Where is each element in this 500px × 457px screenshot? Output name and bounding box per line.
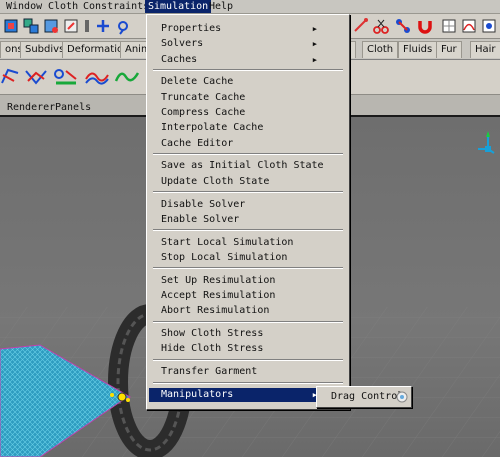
menu-constraints[interactable]: Constraints bbox=[80, 0, 152, 13]
menu-item-set-up-resimulation[interactable]: Set Up Resimulation bbox=[149, 274, 347, 288]
menu-item-label: Enable Solver bbox=[161, 213, 240, 225]
menu-item-label: Save as Initial Cloth State bbox=[161, 160, 324, 172]
menu-item-label: Compress Cache bbox=[161, 107, 246, 118]
shelf-tab-fur[interactable]: Fur bbox=[436, 41, 462, 58]
panel-menu-renderer[interactable]: Renderer bbox=[4, 98, 58, 113]
menu-simulation[interactable]: Simulation bbox=[145, 0, 212, 13]
menu-item-label: Interpolate Cache bbox=[161, 122, 264, 134]
menu-item-abort-resimulation[interactable]: Abort Resimulation bbox=[149, 304, 347, 318]
menubar: Window Cloth Constraints Simulation Help bbox=[0, 0, 500, 14]
fluid-tool-icon[interactable] bbox=[352, 17, 370, 35]
menu-item-label: Disable Solver bbox=[161, 198, 246, 210]
menu-item-label: Update Cloth State bbox=[161, 175, 270, 187]
menu-item-interpolate-cache[interactable]: Interpolate Cache bbox=[149, 121, 347, 135]
menu-item-label: Truncate Cache bbox=[161, 91, 246, 103]
menu-item-save-as-initial-cloth-state[interactable]: Save as Initial Cloth State bbox=[149, 159, 347, 173]
select-mode-icon[interactable] bbox=[2, 17, 20, 35]
menu-item-label: Transfer Garment bbox=[161, 366, 258, 378]
menu-item-transfer-garment[interactable]: Transfer Garment bbox=[149, 365, 347, 379]
menu-item-accept-resimulation[interactable]: Accept Resimulation bbox=[149, 289, 347, 303]
cloth-constraint-icon[interactable] bbox=[84, 67, 110, 87]
menu-item-label: Stop Local Simulation bbox=[161, 251, 288, 263]
menu-cloth[interactable]: Cloth bbox=[45, 0, 81, 13]
menu-item-compress-cache[interactable]: Compress Cache bbox=[149, 106, 347, 120]
menu-item-label: Accept Resimulation bbox=[161, 290, 276, 301]
menu-item-delete-cache[interactable]: Delete Cache bbox=[149, 75, 347, 89]
cloth-wave-icon[interactable] bbox=[114, 67, 140, 87]
menu-item-start-local-simulation[interactable]: Start Local Simulation bbox=[149, 236, 347, 250]
menu-item-stop-local-simulation[interactable]: Stop Local Simulation bbox=[149, 251, 347, 265]
menu-item-label: Solvers bbox=[161, 38, 204, 50]
shelf-tab-hair[interactable]: Hair bbox=[470, 41, 500, 58]
menu-item-label: Delete Cache bbox=[161, 76, 234, 88]
menu-separator bbox=[153, 68, 343, 71]
menu-item-show-cloth-stress[interactable]: Show Cloth Stress bbox=[149, 327, 347, 341]
submenu-arrow-icon: ▶ bbox=[312, 25, 317, 33]
menu-item-update-cloth-state[interactable]: Update Cloth State bbox=[149, 175, 347, 189]
view-axis-gizmo bbox=[478, 131, 495, 154]
submenu-item-label: Drag Control bbox=[331, 391, 404, 402]
panel-menu-panels[interactable]: Panels bbox=[52, 98, 94, 113]
menu-separator bbox=[153, 381, 343, 384]
shelf-tab-cloth[interactable]: Cloth bbox=[362, 41, 399, 58]
create-cloth-icon[interactable] bbox=[0, 67, 20, 87]
menu-separator bbox=[153, 152, 343, 155]
curve-scissors-icon[interactable] bbox=[372, 17, 390, 35]
snap-point-icon[interactable] bbox=[480, 17, 498, 35]
menu-item-caches[interactable]: Caches ▶ bbox=[149, 53, 347, 67]
menu-separator bbox=[153, 229, 343, 232]
menu-item-label: Set Up Resimulation bbox=[161, 274, 276, 286]
menu-window[interactable]: Window bbox=[3, 0, 45, 13]
simulation-menu: Properties ▶ Solvers ▶ Caches ▶ Delete Cache Tr… bbox=[146, 14, 350, 410]
menu-item-label: Show Cloth Stress bbox=[161, 328, 264, 340]
menu-item-cache-editor[interactable]: Cache Editor bbox=[149, 137, 347, 151]
menu-separator bbox=[153, 358, 343, 361]
drag-control-icon bbox=[396, 391, 408, 403]
menu-separator bbox=[153, 191, 343, 193]
menu-item-hide-cloth-stress[interactable]: Hide Cloth Stress bbox=[149, 342, 347, 356]
select-by-joint-icon[interactable] bbox=[114, 17, 132, 35]
menu-item-disable-solver[interactable]: Disable Solver bbox=[149, 198, 347, 212]
menu-item-solvers[interactable]: Solvers ▶ bbox=[149, 37, 347, 51]
submenu-item-drag-control[interactable]: Drag Control bbox=[319, 390, 409, 404]
menu-item-enable-solver[interactable]: Enable Solver bbox=[149, 213, 347, 227]
menu-help[interactable]: Help bbox=[206, 0, 236, 13]
connect-tool-icon[interactable] bbox=[394, 17, 412, 35]
create-seam-icon[interactable] bbox=[52, 67, 80, 87]
menu-item-properties[interactable]: Properties ▶ bbox=[149, 22, 347, 36]
menu-item-label: Caches bbox=[161, 53, 198, 65]
submenu-arrow-icon: ▶ bbox=[312, 55, 317, 64]
snap-curve-icon[interactable] bbox=[460, 17, 478, 35]
select-by-handle-icon[interactable] bbox=[94, 17, 112, 35]
menu-item-label: Manipulators bbox=[161, 389, 234, 400]
submenu-arrow-icon: ▶ bbox=[312, 40, 317, 49]
menu-separator bbox=[153, 267, 343, 270]
menu-separator bbox=[153, 320, 343, 323]
create-garment-icon[interactable] bbox=[24, 67, 48, 87]
menu-item-label: Hide Cloth Stress bbox=[161, 343, 264, 355]
menu-item-truncate-cache[interactable]: Truncate Cache bbox=[149, 91, 347, 105]
snap-grid-icon[interactable] bbox=[440, 17, 458, 35]
object-mode-icon[interactable] bbox=[42, 17, 60, 35]
shelf-tab-fluids[interactable]: Fluids bbox=[398, 41, 438, 58]
menu-item-label: Cache Editor bbox=[161, 137, 234, 149]
menu-item-label: Start Local Simulation bbox=[161, 236, 294, 248]
hierarchy-mode-icon[interactable] bbox=[22, 17, 40, 35]
manipulators-submenu: Drag Control bbox=[316, 386, 412, 408]
magnet-icon[interactable] bbox=[416, 17, 434, 35]
menu-item-label: Properties bbox=[161, 23, 222, 34]
menu-item-label: Abort Resimulation bbox=[161, 305, 270, 317]
